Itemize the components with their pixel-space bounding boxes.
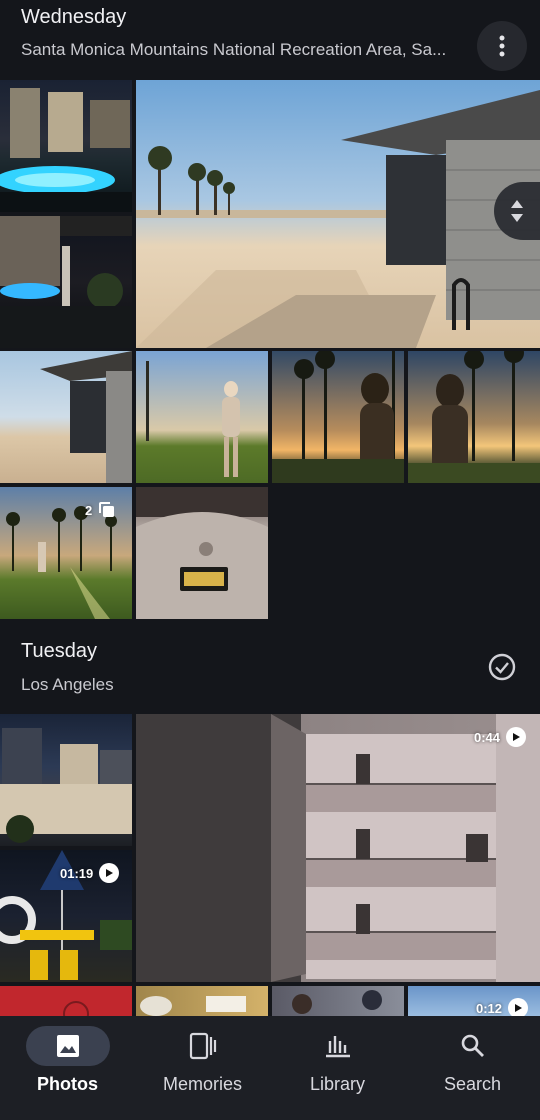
- photo-thumbnail[interactable]: [0, 351, 132, 483]
- photo-woman-park-sunset: [146, 361, 240, 477]
- nav-label-photos: Photos: [37, 1074, 98, 1094]
- photo-thumbnail[interactable]: [272, 351, 404, 483]
- check-circle-icon: [488, 653, 516, 681]
- photo-thumbnail[interactable]: [0, 986, 132, 1016]
- video-duration-badge: 0:12: [476, 998, 529, 1018]
- photo-thumbnail[interactable]: [408, 351, 540, 483]
- photo-red-partial: [63, 1001, 89, 1016]
- photo-woman-silhouette-palms: [272, 351, 404, 483]
- library-icon: [325, 1036, 350, 1058]
- photo-beach-lifeguard: [136, 90, 540, 348]
- nav-item-photos[interactable]: Photos: [0, 1016, 135, 1120]
- stack-icon: [99, 502, 115, 517]
- photo-thumbnail-large[interactable]: [136, 80, 540, 348]
- nav-label-memories: Memories: [162, 1074, 242, 1094]
- play-icon: [508, 998, 529, 1018]
- photo-icon: [56, 1035, 79, 1057]
- photo-car-license-plate: [136, 487, 268, 619]
- nav-item-search[interactable]: Search: [405, 1016, 540, 1120]
- scroll-arrows-icon: [511, 200, 523, 222]
- section-title-wednesday: Wednesday: [21, 6, 127, 28]
- video-duration: 01:19: [60, 865, 94, 881]
- video-duration: 0:12: [476, 1000, 503, 1016]
- photo-people-partial: [292, 990, 382, 1014]
- stack-count: 2: [85, 502, 93, 518]
- photo-courtyard-night: [0, 216, 132, 348]
- photo-city-night: [0, 728, 132, 843]
- photo-thumbnail[interactable]: [0, 714, 132, 846]
- photo-beach-hut: [40, 351, 132, 483]
- section-location-wednesday[interactable]: Santa Monica Mountains National Recreati…: [21, 40, 476, 60]
- photo-thumbnail[interactable]: [136, 351, 268, 483]
- photo-table-partial: [140, 996, 246, 1016]
- photo-thumbnail[interactable]: [136, 487, 268, 619]
- memories-icon: [189, 1032, 216, 1060]
- photo-woman-silhouette-sunset: [408, 351, 540, 483]
- play-icon: [99, 863, 120, 883]
- video-duration-badge: 01:19: [60, 863, 120, 883]
- nav-label-search: Search: [443, 1074, 502, 1094]
- video-duration: 0:44: [474, 729, 501, 745]
- stack-count-badge: 2: [85, 501, 116, 519]
- photo-thumbnail[interactable]: [272, 986, 404, 1016]
- nav-label-library: Library: [309, 1074, 366, 1094]
- section-location-tuesday[interactable]: Los Angeles: [21, 675, 114, 695]
- video-thumbnail-large[interactable]: [136, 714, 540, 982]
- photo-thumbnail[interactable]: [0, 80, 132, 212]
- more-options-button[interactable]: [477, 21, 527, 71]
- search-icon: [461, 1034, 484, 1057]
- nav-item-memories[interactable]: Memories: [135, 1016, 270, 1120]
- photo-thumbnail[interactable]: [0, 216, 132, 348]
- photo-pool-night: [0, 88, 132, 212]
- video-atrium-balconies: [136, 714, 540, 982]
- bottom-navigation: Photos Memories Library Search: [0, 1016, 540, 1120]
- section-title-tuesday: Tuesday: [21, 640, 97, 662]
- more-vert-icon: [499, 35, 505, 57]
- photo-thumbnail[interactable]: [136, 986, 268, 1016]
- play-icon: [506, 727, 527, 747]
- select-section-button[interactable]: [486, 651, 518, 683]
- nav-item-library[interactable]: Library: [270, 1016, 405, 1120]
- video-duration-badge: 0:44: [474, 727, 527, 747]
